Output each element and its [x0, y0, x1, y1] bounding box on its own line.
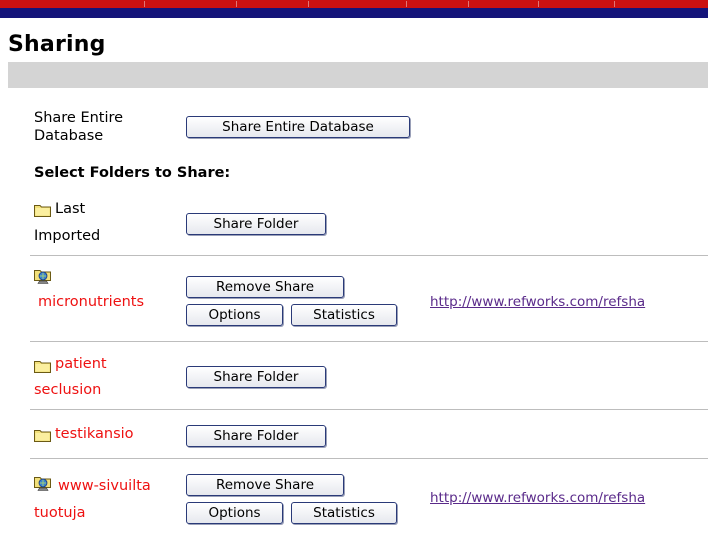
- folder-icon: [34, 205, 51, 217]
- statistics-button-micronutrients[interactable]: Statistics: [291, 304, 397, 326]
- statistics-button-www-sivuilta[interactable]: Statistics: [291, 502, 397, 524]
- folder-name-www-sivuilta-1[interactable]: www-sivuilta: [58, 478, 151, 495]
- folder-name-last-imported-1[interactable]: Last: [55, 201, 85, 218]
- row-divider: [30, 458, 708, 459]
- folder-name-micronutrients[interactable]: micronutrients: [38, 294, 144, 311]
- folder-icon: [34, 430, 51, 442]
- shared-folder-icon: [34, 270, 51, 284]
- folder-name-testikansio[interactable]: testikansio: [55, 426, 134, 443]
- share-folder-button-patient-seclusion[interactable]: Share Folder: [186, 366, 326, 388]
- sharing-page: Sharing Share Entire Database Share Enti…: [0, 0, 708, 535]
- folder-name-patient-seclusion-2[interactable]: seclusion: [34, 382, 101, 399]
- row-divider: [30, 341, 708, 342]
- options-button-micronutrients[interactable]: Options: [186, 304, 283, 326]
- options-button-www-sivuilta[interactable]: Options: [186, 502, 283, 524]
- folder-name-last-imported-2[interactable]: Imported: [34, 228, 100, 245]
- share-database-label-1: Share Entire: [34, 110, 124, 126]
- header-blue-stripe: [0, 8, 708, 18]
- row-divider: [30, 255, 708, 256]
- remove-share-button-www-sivuilta[interactable]: Remove Share: [186, 474, 344, 496]
- select-folders-heading: Select Folders to Share:: [34, 165, 231, 181]
- share-database-label-2: Database: [34, 128, 104, 144]
- section-band: [8, 62, 708, 88]
- folder-name-patient-seclusion-1[interactable]: patient: [55, 356, 107, 373]
- share-url-micronutrients[interactable]: http://www.refworks.com/refsha: [430, 294, 645, 310]
- share-folder-button-last-imported[interactable]: Share Folder: [186, 213, 326, 235]
- folder-icon: [34, 361, 51, 373]
- folder-name-www-sivuilta-2[interactable]: tuotuja: [34, 505, 86, 522]
- header-tab-dividers: [0, 0, 708, 8]
- share-entire-database-button[interactable]: Share Entire Database: [186, 116, 410, 138]
- share-folder-button-testikansio[interactable]: Share Folder: [186, 425, 326, 447]
- remove-share-button-micronutrients[interactable]: Remove Share: [186, 276, 344, 298]
- share-url-www-sivuilta[interactable]: http://www.refworks.com/refsha: [430, 490, 645, 506]
- shared-folder-icon: [34, 477, 51, 491]
- row-divider: [30, 409, 708, 410]
- page-title: Sharing: [8, 32, 106, 57]
